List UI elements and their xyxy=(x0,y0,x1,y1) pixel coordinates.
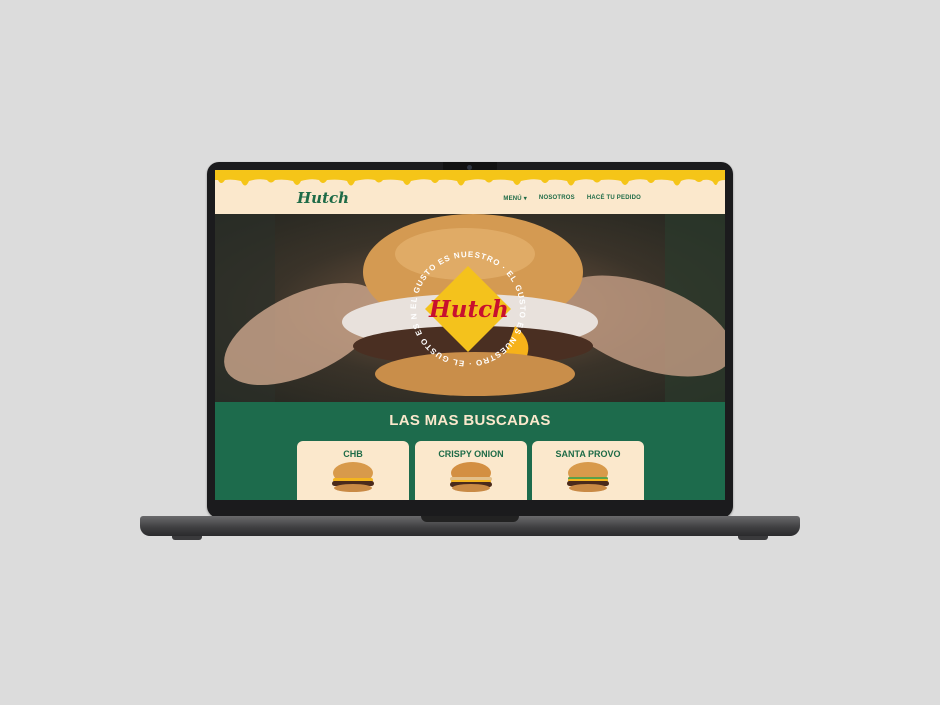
site-header: Hutch MENÚ ▾ NOSOTROS HACÉ TU PEDIDO xyxy=(215,170,725,214)
main-nav: MENÚ ▾ NOSOTROS HACÉ TU PEDIDO xyxy=(503,195,641,202)
section-title: LAS MAS BUSCADAS xyxy=(389,412,551,429)
badge-logo: Hutch xyxy=(429,296,509,323)
product-card[interactable]: SANTA PROVO xyxy=(532,441,644,500)
nav-menu[interactable]: MENÚ ▾ xyxy=(503,195,527,202)
nav-pedido[interactable]: HACÉ TU PEDIDO xyxy=(587,195,641,202)
burger-image xyxy=(567,462,609,492)
popular-section: LAS MAS BUSCADAS CHB CRISPY ONION SANTA … xyxy=(215,402,725,500)
product-card[interactable]: CHB xyxy=(297,441,409,500)
product-title: CRISPY ONION xyxy=(438,449,504,459)
laptop-foot xyxy=(738,536,768,540)
website-screen: Hutch MENÚ ▾ NOSOTROS HACÉ TU PEDIDO EL … xyxy=(215,170,725,500)
trackpad-notch xyxy=(421,516,519,522)
laptop-foot xyxy=(172,536,202,540)
product-title: SANTA PROVO xyxy=(555,449,621,459)
laptop-base xyxy=(140,516,800,536)
product-card[interactable]: CRISPY ONION xyxy=(415,441,527,500)
laptop-lid: Hutch MENÚ ▾ NOSOTROS HACÉ TU PEDIDO EL … xyxy=(207,162,733,518)
site-logo[interactable]: Hutch xyxy=(297,189,349,207)
burger-image xyxy=(450,462,492,492)
burger-image xyxy=(332,462,374,492)
hero-banner: EL GUSTO ES NUESTRO · EL GUSTO ES NUESTR… xyxy=(215,214,725,402)
drip-decoration xyxy=(215,170,725,186)
nav-nosotros[interactable]: NOSOTROS xyxy=(539,195,575,202)
product-title: CHB xyxy=(343,449,363,459)
